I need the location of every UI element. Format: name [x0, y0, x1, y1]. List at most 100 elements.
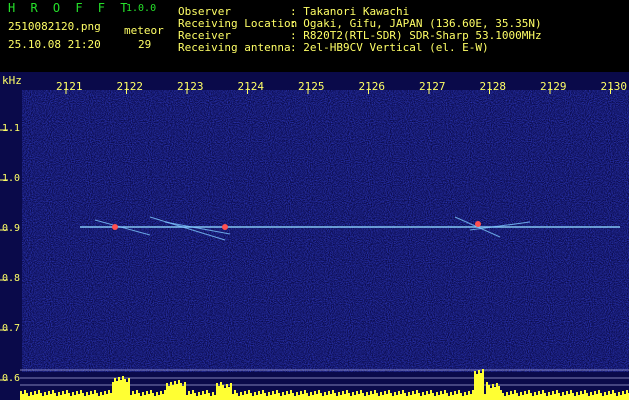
baseline-bar [76, 391, 78, 400]
baseline-bar [512, 394, 514, 400]
baseline-bar [438, 395, 440, 400]
baseline-bar [92, 394, 94, 400]
baseline-bar [34, 391, 36, 400]
baseline-bar [230, 383, 232, 400]
baseline-bar [166, 383, 168, 400]
baseline-bar [38, 390, 40, 400]
baseline-bar [270, 395, 272, 400]
baseline-bar [42, 396, 44, 400]
baseline-bar [332, 390, 334, 400]
baseline-bar [180, 383, 182, 400]
baseline-bar [326, 395, 328, 400]
baseline-bar [178, 380, 180, 400]
baseline-bar [392, 396, 394, 400]
baseline-bar [246, 394, 248, 400]
baseline-bar [538, 391, 540, 400]
baseline-bar [416, 390, 418, 400]
baseline-bar [534, 392, 536, 400]
baseline-bar [372, 394, 374, 400]
baseline-bar [86, 392, 88, 400]
baseline-bar [70, 396, 72, 400]
baseline-bar [554, 394, 556, 400]
baseline-bar [22, 394, 24, 400]
baseline-bar [220, 382, 222, 400]
baseline-bar [614, 393, 616, 400]
baseline-bar [572, 393, 574, 400]
baseline-bar [370, 391, 372, 400]
baseline-bar [304, 390, 306, 400]
baseline-bar [406, 396, 408, 400]
baseline-bar [240, 392, 242, 400]
baseline-bar [428, 394, 430, 400]
baseline-bar [40, 393, 42, 400]
baseline-bar [522, 395, 524, 400]
baseline-bar [48, 391, 50, 400]
baseline-bar [482, 369, 484, 400]
baseline-bar [72, 392, 74, 400]
baseline-bar [400, 394, 402, 400]
baseline-bar [598, 390, 600, 400]
baseline-bar [52, 390, 54, 400]
baseline-bar [462, 396, 464, 400]
baseline-bar [458, 390, 460, 400]
baseline-bar [618, 392, 620, 400]
baseline-bar [484, 394, 486, 400]
y-tick-label: 0.9 [2, 223, 21, 234]
baseline-bar [232, 394, 234, 400]
baseline-bar [160, 391, 162, 400]
baseline-bar [542, 390, 544, 400]
baseline-bar [244, 391, 246, 400]
baseline-bar [118, 377, 120, 400]
baseline-bar [426, 391, 428, 400]
baseline-bar [592, 395, 594, 400]
baseline-bar [124, 379, 126, 400]
baseline-bar [616, 396, 618, 400]
baseline-bar [504, 396, 506, 400]
baseline-bar [352, 392, 354, 400]
baseline-bar [382, 395, 384, 400]
baseline-bar [418, 393, 420, 400]
baseline-bar [320, 393, 322, 400]
baseline-bar [296, 392, 298, 400]
baseline-bar [78, 394, 80, 400]
baseline-bar [360, 390, 362, 400]
baseline-bar [278, 393, 280, 400]
baseline-bar [380, 392, 382, 400]
baseline-bar [588, 396, 590, 400]
baseline-bar [414, 394, 416, 400]
baseline-bar [20, 391, 22, 400]
baseline-bar [378, 396, 380, 400]
baseline-bar [252, 396, 254, 400]
baseline-bar [318, 390, 320, 400]
baseline-bar [288, 394, 290, 400]
baseline-bar [312, 395, 314, 400]
baseline-bar [242, 395, 244, 400]
file-name: 2510082120.png [8, 20, 101, 33]
baseline-bar [562, 392, 564, 400]
baseline-bar [464, 392, 466, 400]
baseline-bar [488, 385, 490, 400]
baseline-bar [140, 396, 142, 400]
baseline-bar [102, 395, 104, 400]
baseline-bar [280, 396, 282, 400]
baseline-bar [216, 383, 218, 400]
baseline-bar [94, 390, 96, 400]
baseline-bar [568, 394, 570, 400]
baseline-bar [100, 392, 102, 400]
baseline-bar [176, 384, 178, 400]
baseline-bar [248, 390, 250, 400]
x-tick-label: 2122 [116, 80, 144, 93]
baseline-bar [46, 395, 48, 400]
baseline-bar [526, 394, 528, 400]
baseline-bar [116, 381, 118, 400]
baseline-bar [80, 390, 82, 400]
baseline-bar [126, 382, 128, 400]
baseline-bar [316, 394, 318, 400]
baseline-bar [200, 395, 202, 400]
baseline-bar [184, 382, 186, 400]
baseline-bar [128, 378, 130, 400]
baseline-bar [112, 382, 114, 400]
baseline-bar [108, 390, 110, 400]
baseline-bar [238, 396, 240, 400]
baseline-bar [310, 392, 312, 400]
